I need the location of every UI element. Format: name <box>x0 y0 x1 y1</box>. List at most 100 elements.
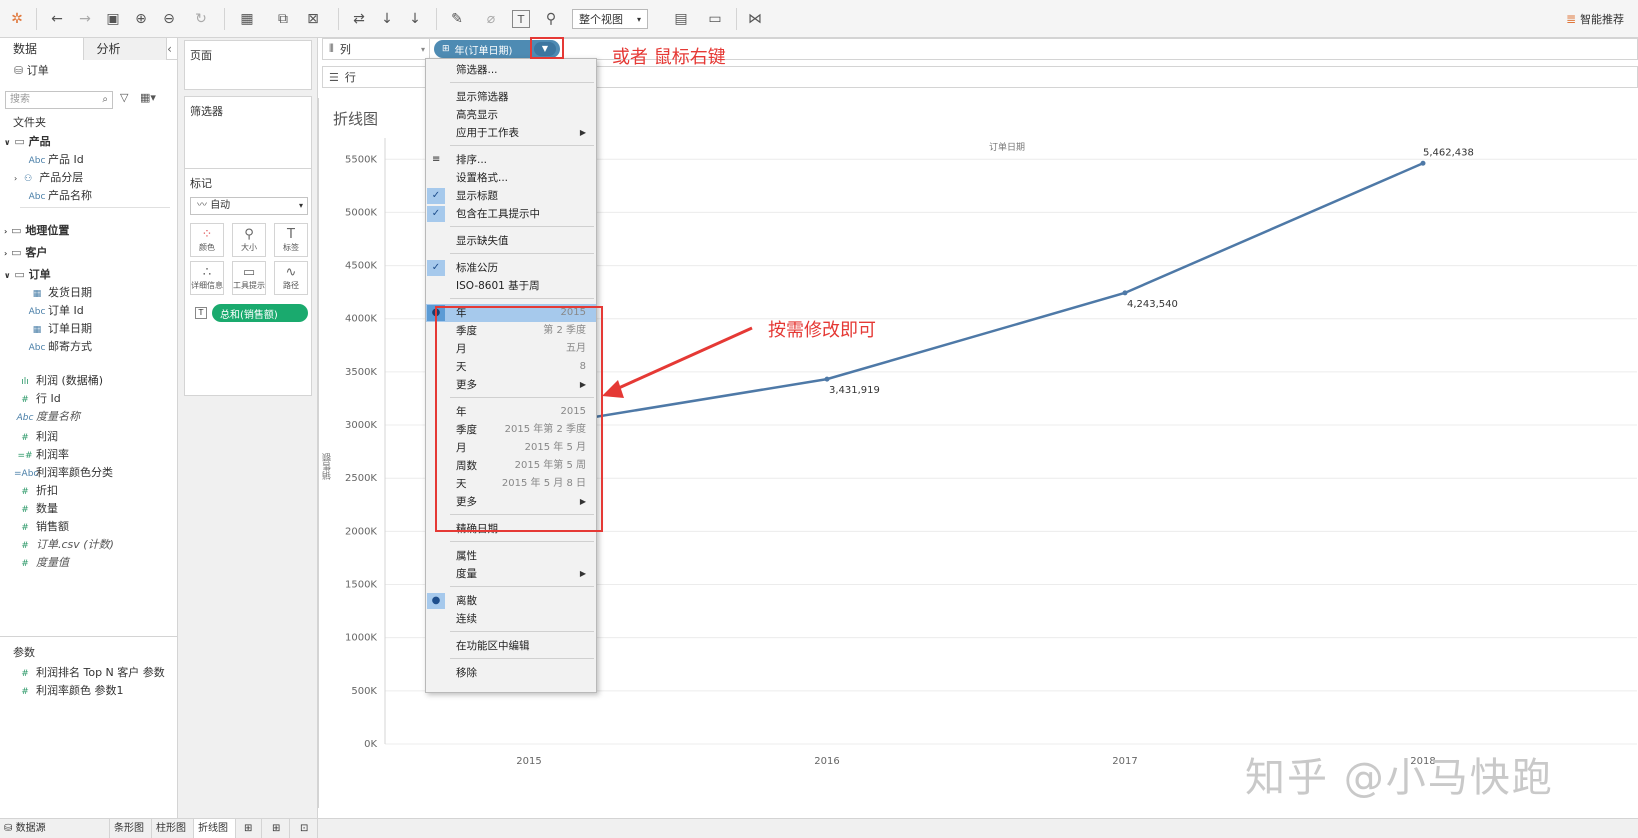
sort-icon: ≡ <box>432 154 441 165</box>
menu-item-show-missing[interactable]: 显示缺失值 <box>426 232 596 250</box>
field-item[interactable]: › ⚇ 产品分层 <box>14 169 83 187</box>
menu-item-filter[interactable]: 筛选器... <box>426 61 596 79</box>
measure-item[interactable]: # 订单.csv (计数) <box>14 536 114 554</box>
menu-item-include-tooltip[interactable]: ✓ 包含在工具提示中 <box>426 205 596 223</box>
annotation-box-dropdown <box>530 37 564 59</box>
measure-item[interactable]: # 数量 <box>14 500 58 518</box>
field-item[interactable]: Abc 产品名称 <box>26 187 92 205</box>
data-point[interactable] <box>1122 290 1128 296</box>
tab-datasource[interactable]: ⛁ 数据源 <box>0 819 110 838</box>
menu-item-apply-to-worksheets[interactable]: 应用于工作表 ▶ <box>426 124 596 142</box>
tableau-logo-icon[interactable]: ✲ <box>6 8 28 30</box>
menu-item-standard-calendar[interactable]: ✓ 标准公历 <box>426 259 596 277</box>
data-point[interactable] <box>824 376 830 382</box>
view-options-icon[interactable]: ▦▾ <box>140 91 156 104</box>
tab-sheet-column[interactable]: 柱形图 <box>152 819 194 838</box>
undo-icon[interactable]: ← <box>46 8 68 30</box>
menu-item-discrete[interactable]: ● 离散 <box>426 592 596 610</box>
menu-item-remove[interactable]: 移除 <box>426 664 596 682</box>
menu-item-edit-in-shelf[interactable]: 在功能区中编辑 <box>426 637 596 655</box>
measure-item[interactable]: ılı 利润 (数据桶) <box>14 372 103 390</box>
menu-item-show-title[interactable]: ✓ 显示标题 <box>426 187 596 205</box>
tooltip-mark-button[interactable]: ▭ 工具提示 <box>232 261 266 295</box>
measure-item[interactable]: # 行 Id <box>14 390 61 408</box>
menu-separator <box>450 226 594 227</box>
swap-rows-columns-icon[interactable]: ⇄ <box>348 8 370 30</box>
measure-item[interactable]: Abc 度量名称 <box>14 408 80 426</box>
mark-type-select[interactable]: 〰 自动 ▾ <box>190 197 308 215</box>
save-icon[interactable]: ▣ <box>102 8 124 30</box>
tab-data[interactable]: 数据 <box>0 38 84 60</box>
menu-item-show-filter[interactable]: 显示筛选器 <box>426 88 596 106</box>
field-item[interactable]: Abc 产品 Id <box>26 151 84 169</box>
menu-item-highlight[interactable]: 高亮显示 <box>426 106 596 124</box>
label-mark-button[interactable]: T 标签 <box>274 223 308 257</box>
new-story-icon[interactable]: ⊡ <box>296 819 318 838</box>
measure-item[interactable]: # 度量值 <box>14 554 69 572</box>
measure-item[interactable]: # 销售额 <box>14 518 69 536</box>
sort-descending-icon[interactable]: ↓ <box>404 8 426 30</box>
date-type-icon: ▦ <box>32 325 42 335</box>
date-type-icon: ▦ <box>32 289 42 299</box>
menu-item-measure[interactable]: 度量 ▶ <box>426 565 596 583</box>
refresh-icon[interactable]: ↻ <box>190 8 212 30</box>
duplicate-sheet-icon[interactable]: ⧉ <box>272 8 294 30</box>
new-dashboard-icon[interactable]: ⊞ <box>268 819 290 838</box>
folder-geo[interactable]: › ▭ 地理位置 <box>4 222 69 240</box>
measure-item[interactable]: # 利润 <box>14 428 58 446</box>
number-type-icon: # <box>21 433 29 443</box>
smart-recommend-button[interactable]: ≣ 智能推荐 <box>1566 11 1624 27</box>
detail-mark-button[interactable]: ∴ 详细信息 <box>190 261 224 295</box>
view-size-select[interactable]: 整个视图 ▾ <box>572 9 648 29</box>
param-item[interactable]: # 利润排名 Top N 客户 参数 <box>14 664 165 682</box>
measure-item[interactable]: =Abc利润率颜色分类 <box>14 464 113 482</box>
rows-icon: ☰ <box>329 70 339 84</box>
menu-item-iso-week[interactable]: ISO-8601 基于周 <box>426 277 596 295</box>
new-worksheet-icon[interactable]: ▦ <box>236 8 258 30</box>
folder-order[interactable]: ∨ ▭ 订单 <box>4 266 51 284</box>
sort-ascending-icon[interactable]: ↓ <box>376 8 398 30</box>
bin-icon: ılı <box>21 377 29 387</box>
collapse-pane-icon[interactable]: ‹ <box>167 38 177 59</box>
tab-sheet-line[interactable]: 折线图 <box>194 819 236 838</box>
folder-customer[interactable]: › ▭ 客户 <box>4 244 47 262</box>
y-tick-label: 4000K <box>345 314 377 325</box>
field-item[interactable]: ▦ 订单日期 <box>26 320 92 338</box>
show-cards-icon[interactable]: ▤ <box>670 8 692 30</box>
share-icon[interactable]: ⋈ <box>744 8 766 30</box>
datasource-item[interactable]: ⛁ 订单 <box>14 62 49 80</box>
show-labels-icon[interactable]: T <box>512 10 530 28</box>
search-input[interactable]: 搜索 ⌕ <box>5 91 113 109</box>
new-datasource-icon[interactable]: ⊕ <box>130 8 152 30</box>
toolbar-divider <box>36 8 37 30</box>
pages-shelf[interactable]: 页面 <box>184 40 312 90</box>
tab-sheet-bar[interactable]: 条形图 <box>110 819 152 838</box>
redo-icon[interactable]: → <box>74 8 96 30</box>
pause-updates-icon[interactable]: ⊖ <box>158 8 180 30</box>
data-point[interactable] <box>1420 160 1426 166</box>
field-item[interactable]: ▦ 发货日期 <box>26 284 92 302</box>
marks-measure-pill[interactable]: 总和(销售额) <box>212 304 308 322</box>
marks-measure-pill-label: 总和(销售额) <box>220 309 278 321</box>
menu-item-format[interactable]: 设置格式... <box>426 169 596 187</box>
folder-product[interactable]: ∨ ▭ 产品 <box>4 133 51 151</box>
measure-item[interactable]: =# 利润率 <box>14 446 69 464</box>
menu-item-attribute[interactable]: 属性 <box>426 547 596 565</box>
measure-item[interactable]: # 折扣 <box>14 482 58 500</box>
fix-axes-icon[interactable]: ⚲ <box>540 8 562 30</box>
menu-item-sort[interactable]: ≡ 排序... <box>426 151 596 169</box>
field-item[interactable]: Abc 邮寄方式 <box>26 338 92 356</box>
path-mark-button[interactable]: ∿ 路径 <box>274 261 308 295</box>
clear-sheet-icon[interactable]: ⊠ <box>302 8 324 30</box>
menu-item-continuous[interactable]: 连续 <box>426 610 596 628</box>
tab-analysis[interactable]: 分析 <box>83 38 168 60</box>
new-worksheet-icon[interactable]: ⊞ <box>240 819 262 838</box>
group-icon[interactable]: ⌀ <box>480 8 502 30</box>
field-item[interactable]: Abc 订单 Id <box>26 302 84 320</box>
highlight-icon[interactable]: ✎ <box>446 8 468 30</box>
color-mark-button[interactable]: ⁘ 颜色 <box>190 223 224 257</box>
size-mark-button[interactable]: ⚲ 大小 <box>232 223 266 257</box>
presentation-mode-icon[interactable]: ▭ <box>704 8 726 30</box>
param-item[interactable]: # 利润率颜色 参数1 <box>14 682 123 700</box>
filter-icon[interactable]: ▽ <box>120 91 128 104</box>
